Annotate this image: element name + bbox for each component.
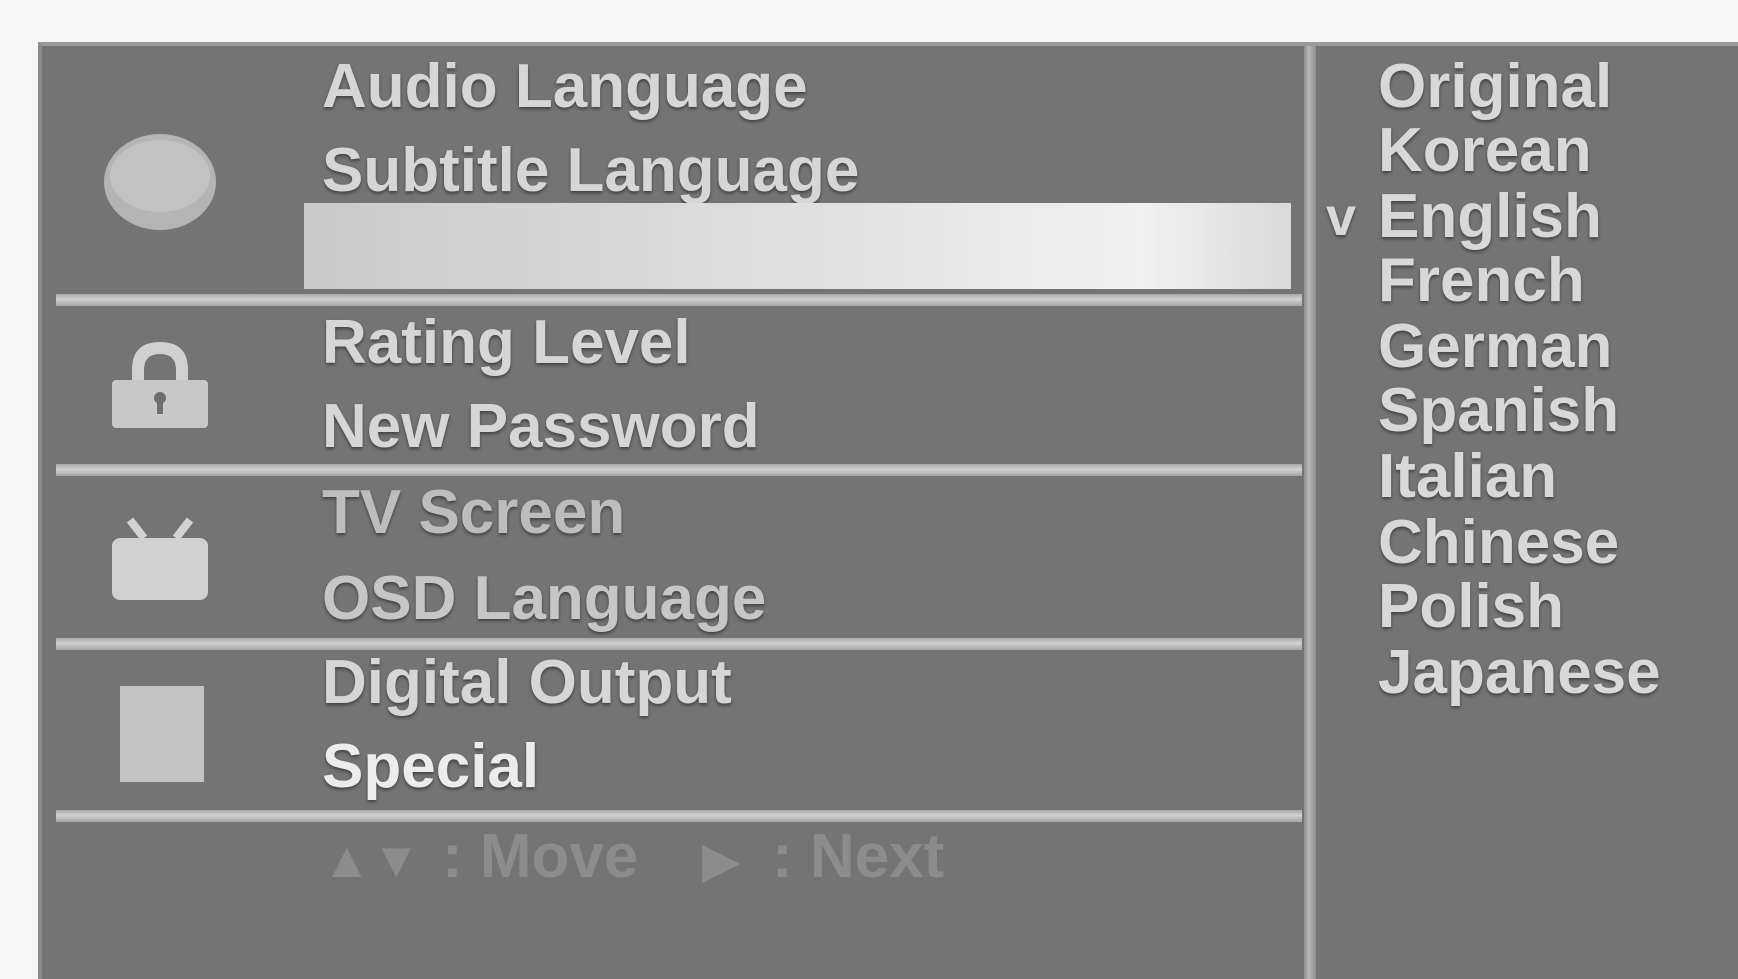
section-divider (56, 810, 1302, 822)
menu-item-special[interactable]: Special (322, 736, 539, 798)
menu-item-selected-highlight[interactable] (304, 203, 1291, 289)
option-korean[interactable]: Korean (1378, 120, 1592, 182)
language-options-list: Original Korean v English French German … (1316, 46, 1738, 979)
pane-divider (1304, 46, 1316, 979)
option-spanish[interactable]: Spanish (1378, 380, 1619, 442)
menu-item-new-password[interactable]: New Password (322, 396, 760, 458)
menu-item-audio-language[interactable]: Audio Language (322, 56, 808, 118)
tv-icon (110, 516, 210, 611)
square-icon (120, 686, 204, 791)
option-italian[interactable]: Italian (1378, 446, 1557, 508)
footer-hint: ▲▼: Move ▶: Next (322, 826, 944, 891)
option-english[interactable]: English (1378, 186, 1602, 248)
move-hint-label: : Move (442, 822, 639, 891)
option-polish[interactable]: Polish (1378, 576, 1564, 638)
next-arrow-icon: ▶ (702, 832, 741, 888)
setup-menu-screen: Audio Language Subtitle Language Rating … (38, 42, 1738, 979)
disc-icon (102, 132, 218, 237)
menu-item-subtitle-language[interactable]: Subtitle Language (322, 140, 859, 202)
option-chinese[interactable]: Chinese (1378, 512, 1619, 574)
menu-item-osd-language[interactable]: OSD Language (322, 568, 766, 630)
option-original[interactable]: Original (1378, 56, 1612, 118)
lock-icon (110, 336, 210, 437)
option-french[interactable]: French (1378, 250, 1585, 312)
section-divider (56, 464, 1302, 476)
menu-list: Audio Language Subtitle Language Rating … (42, 46, 1304, 979)
menu-item-tv-screen[interactable]: TV Screen (322, 482, 625, 544)
next-hint-label: : Next (772, 822, 945, 891)
menu-item-rating-level[interactable]: Rating Level (322, 312, 691, 374)
check-mark-icon: v (1326, 187, 1357, 247)
move-arrows-icon: ▲▼ (322, 832, 421, 888)
option-german[interactable]: German (1378, 316, 1612, 378)
option-japanese[interactable]: Japanese (1378, 642, 1661, 704)
menu-item-digital-output[interactable]: Digital Output (322, 652, 732, 714)
section-divider (56, 294, 1302, 306)
